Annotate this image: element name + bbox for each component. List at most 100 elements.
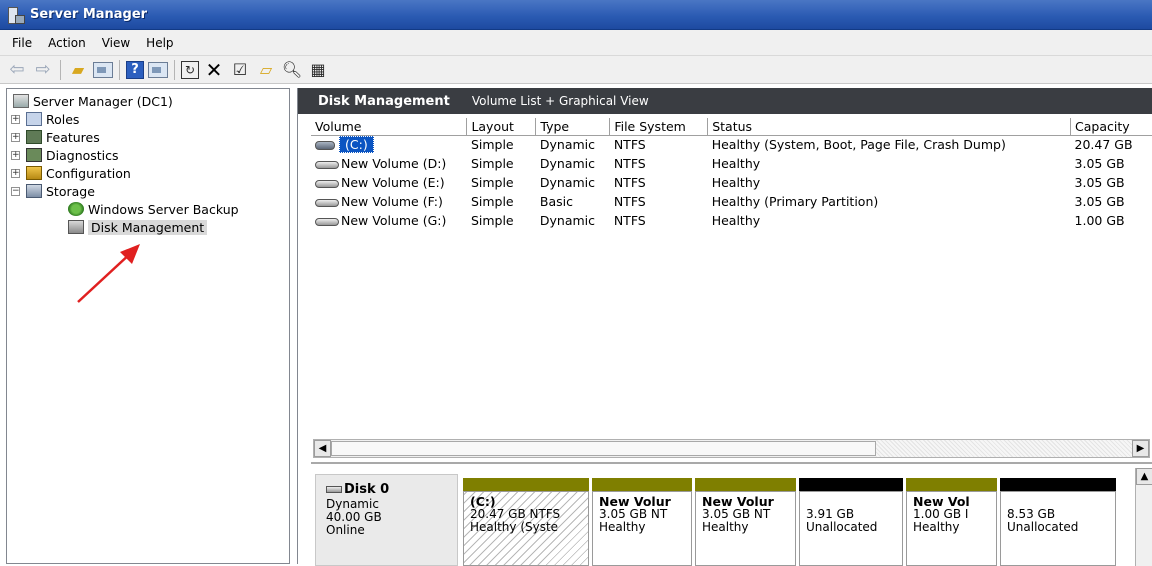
tree-label: Roles xyxy=(46,111,80,127)
collapse-icon[interactable]: − xyxy=(11,186,20,196)
partition-e[interactable]: New Volur 3.05 GB NT Healthy xyxy=(695,478,796,566)
volume-cell: New Volume (D:) xyxy=(311,154,467,173)
partition-c[interactable]: (C:) 20.47 GB NTFS Healthy (Syste xyxy=(463,478,589,566)
table-row[interactable]: (C:) Simple Dynamic NTFS Healthy (System… xyxy=(311,135,1152,154)
layout-cell: Simple xyxy=(470,175,514,190)
action-pane-icon[interactable] xyxy=(148,61,168,78)
properties-icon[interactable]: ☑ xyxy=(229,59,251,81)
title-bar[interactable]: Server Manager xyxy=(0,0,1152,30)
disk-info[interactable]: Disk 0 Dynamic 40.00 GB Online xyxy=(315,474,458,566)
type-cell: Dynamic xyxy=(539,175,596,190)
tree-node-storage[interactable]: − Storage xyxy=(7,182,289,200)
table-row[interactable]: New Volume (D:) Simple Dynamic NTFS Heal… xyxy=(311,154,1152,173)
capacity-cell: 3.05 GB xyxy=(1074,175,1125,190)
volume-icon xyxy=(315,160,339,169)
column-header-volume[interactable]: Volume xyxy=(311,118,468,136)
partition-status: Healthy xyxy=(599,520,646,534)
layout-cell: Simple xyxy=(470,137,514,153)
file-system-cell: NTFS xyxy=(613,156,646,171)
partition-unallocated-1[interactable]: 3.91 GB Unallocated xyxy=(799,478,903,566)
expand-icon[interactable]: + xyxy=(11,150,20,160)
horizontal-scrollbar[interactable]: ◀ ▶ xyxy=(313,439,1150,458)
tree-node-roles[interactable]: + Roles xyxy=(7,110,289,128)
expand-icon[interactable]: + xyxy=(11,132,20,142)
open-icon[interactable]: ▱ xyxy=(255,59,277,81)
tree-node-features[interactable]: + Features xyxy=(7,128,289,146)
up-folder-icon[interactable]: ▰ xyxy=(67,59,89,81)
show-hide-tree-icon[interactable] xyxy=(93,61,113,78)
graphical-view: Disk 0 Dynamic 40.00 GB Online (C:) 20.4… xyxy=(311,462,1152,566)
file-system-cell: NTFS xyxy=(613,213,646,228)
scrollbar-thumb[interactable] xyxy=(331,441,876,456)
menu-help[interactable]: Help xyxy=(138,34,181,52)
column-header-status[interactable]: Status xyxy=(707,118,1072,136)
tree-node-windows-server-backup[interactable]: Windows Server Backup xyxy=(7,200,289,218)
tree-node-diagnostics[interactable]: + Diagnostics xyxy=(7,146,289,164)
column-header-layout[interactable]: Layout xyxy=(466,118,537,136)
menu-file[interactable]: File xyxy=(4,34,40,52)
status-cell: Healthy xyxy=(711,156,761,171)
details-pane: Disk Management Volume List + Graphical … xyxy=(297,88,1152,566)
capacity-cell: 1.00 GB xyxy=(1074,213,1125,228)
menu-bar: File Action View Help xyxy=(0,30,1152,56)
volume-name: New Volume (E:) xyxy=(341,175,445,190)
tree-label: Storage xyxy=(46,183,95,199)
delete-icon[interactable]: ✕ xyxy=(203,58,225,82)
expand-icon[interactable]: + xyxy=(11,114,20,124)
tree-node-disk-management[interactable]: Disk Management xyxy=(7,218,289,236)
scroll-left-icon[interactable]: ◀ xyxy=(314,440,331,457)
file-system-cell: NTFS xyxy=(613,137,646,153)
capacity-cell: 3.05 GB xyxy=(1074,156,1125,171)
navigation-tree: Server Manager (DC1) + Roles + Features … xyxy=(6,88,290,564)
partition-g[interactable]: New Vol 1.00 GB I Healthy xyxy=(906,478,997,566)
partition-status: Healthy xyxy=(702,520,749,534)
menu-action[interactable]: Action xyxy=(40,34,94,52)
capacity-cell: 20.47 GB xyxy=(1074,137,1133,153)
tree-label: Configuration xyxy=(46,165,131,181)
storage-icon xyxy=(26,184,42,198)
file-system-cell: NTFS xyxy=(613,175,646,190)
scroll-right-icon[interactable]: ▶ xyxy=(1132,440,1149,457)
volume-icon xyxy=(315,217,339,226)
roles-icon xyxy=(26,112,42,126)
volume-name: New Volume (F:) xyxy=(341,194,443,209)
status-cell: Healthy (System, Boot, Page File, Crash … xyxy=(711,137,1006,153)
column-header-type[interactable]: Type xyxy=(535,118,611,136)
layout-cell: Simple xyxy=(470,156,514,171)
refresh-icon[interactable]: ↻ xyxy=(181,60,199,79)
column-header-file-system[interactable]: File System xyxy=(609,118,709,136)
scrollbar-track[interactable] xyxy=(876,440,1132,457)
disk-management-icon xyxy=(68,220,84,234)
partition-d[interactable]: New Volur 3.05 GB NT Healthy xyxy=(592,478,692,566)
toolbar: ⇦ ⇨ ▰ ? ↻ ✕ ☑ ▱ 🔍︎ ▦ xyxy=(0,56,1152,84)
help-icon[interactable]: ? xyxy=(126,60,144,79)
settings-icon[interactable]: ▦ xyxy=(307,59,329,81)
scroll-up-icon[interactable]: ▲ xyxy=(1136,468,1152,485)
table-row[interactable]: New Volume (F:) Simple Basic NTFS Health… xyxy=(311,192,1152,211)
menu-view[interactable]: View xyxy=(94,34,138,52)
volume-list: Volume Layout Type File System Status Ca… xyxy=(311,118,1152,458)
partition-unallocated-2[interactable]: 8.53 GB Unallocated xyxy=(1000,478,1116,566)
vertical-scrollbar[interactable]: ▲ xyxy=(1135,468,1152,566)
back-arrow-icon[interactable]: ⇦ xyxy=(6,59,28,81)
forward-arrow-icon[interactable]: ⇨ xyxy=(32,59,54,81)
partition-map: (C:) 20.47 GB NTFS Healthy (Syste New Vo… xyxy=(463,478,1119,566)
partition-body: (C:) 20.47 GB NTFS Healthy (Syste xyxy=(463,491,589,566)
partition-bar xyxy=(799,478,903,491)
tree-node-configuration[interactable]: + Configuration xyxy=(7,164,289,182)
table-row[interactable]: New Volume (G:) Simple Dynamic NTFS Heal… xyxy=(311,211,1152,230)
partition-body: New Volur 3.05 GB NT Healthy xyxy=(592,491,692,566)
expand-icon[interactable]: + xyxy=(11,168,20,178)
status-cell: Healthy (Primary Partition) xyxy=(711,194,879,209)
type-cell: Basic xyxy=(539,194,573,209)
pane-header: Disk Management Volume List + Graphical … xyxy=(298,88,1152,114)
tree-node-server-manager[interactable]: Server Manager (DC1) xyxy=(7,92,289,110)
search-icon[interactable]: 🔍︎ xyxy=(281,59,303,81)
status-cell: Healthy xyxy=(711,213,761,228)
column-header-capacity[interactable]: Capacity xyxy=(1070,118,1152,136)
table-row[interactable]: New Volume (E:) Simple Dynamic NTFS Heal… xyxy=(311,173,1152,192)
volume-icon xyxy=(315,179,339,188)
disk-icon xyxy=(326,486,342,493)
server-manager-icon xyxy=(6,6,25,24)
toolbar-separator xyxy=(174,59,175,80)
